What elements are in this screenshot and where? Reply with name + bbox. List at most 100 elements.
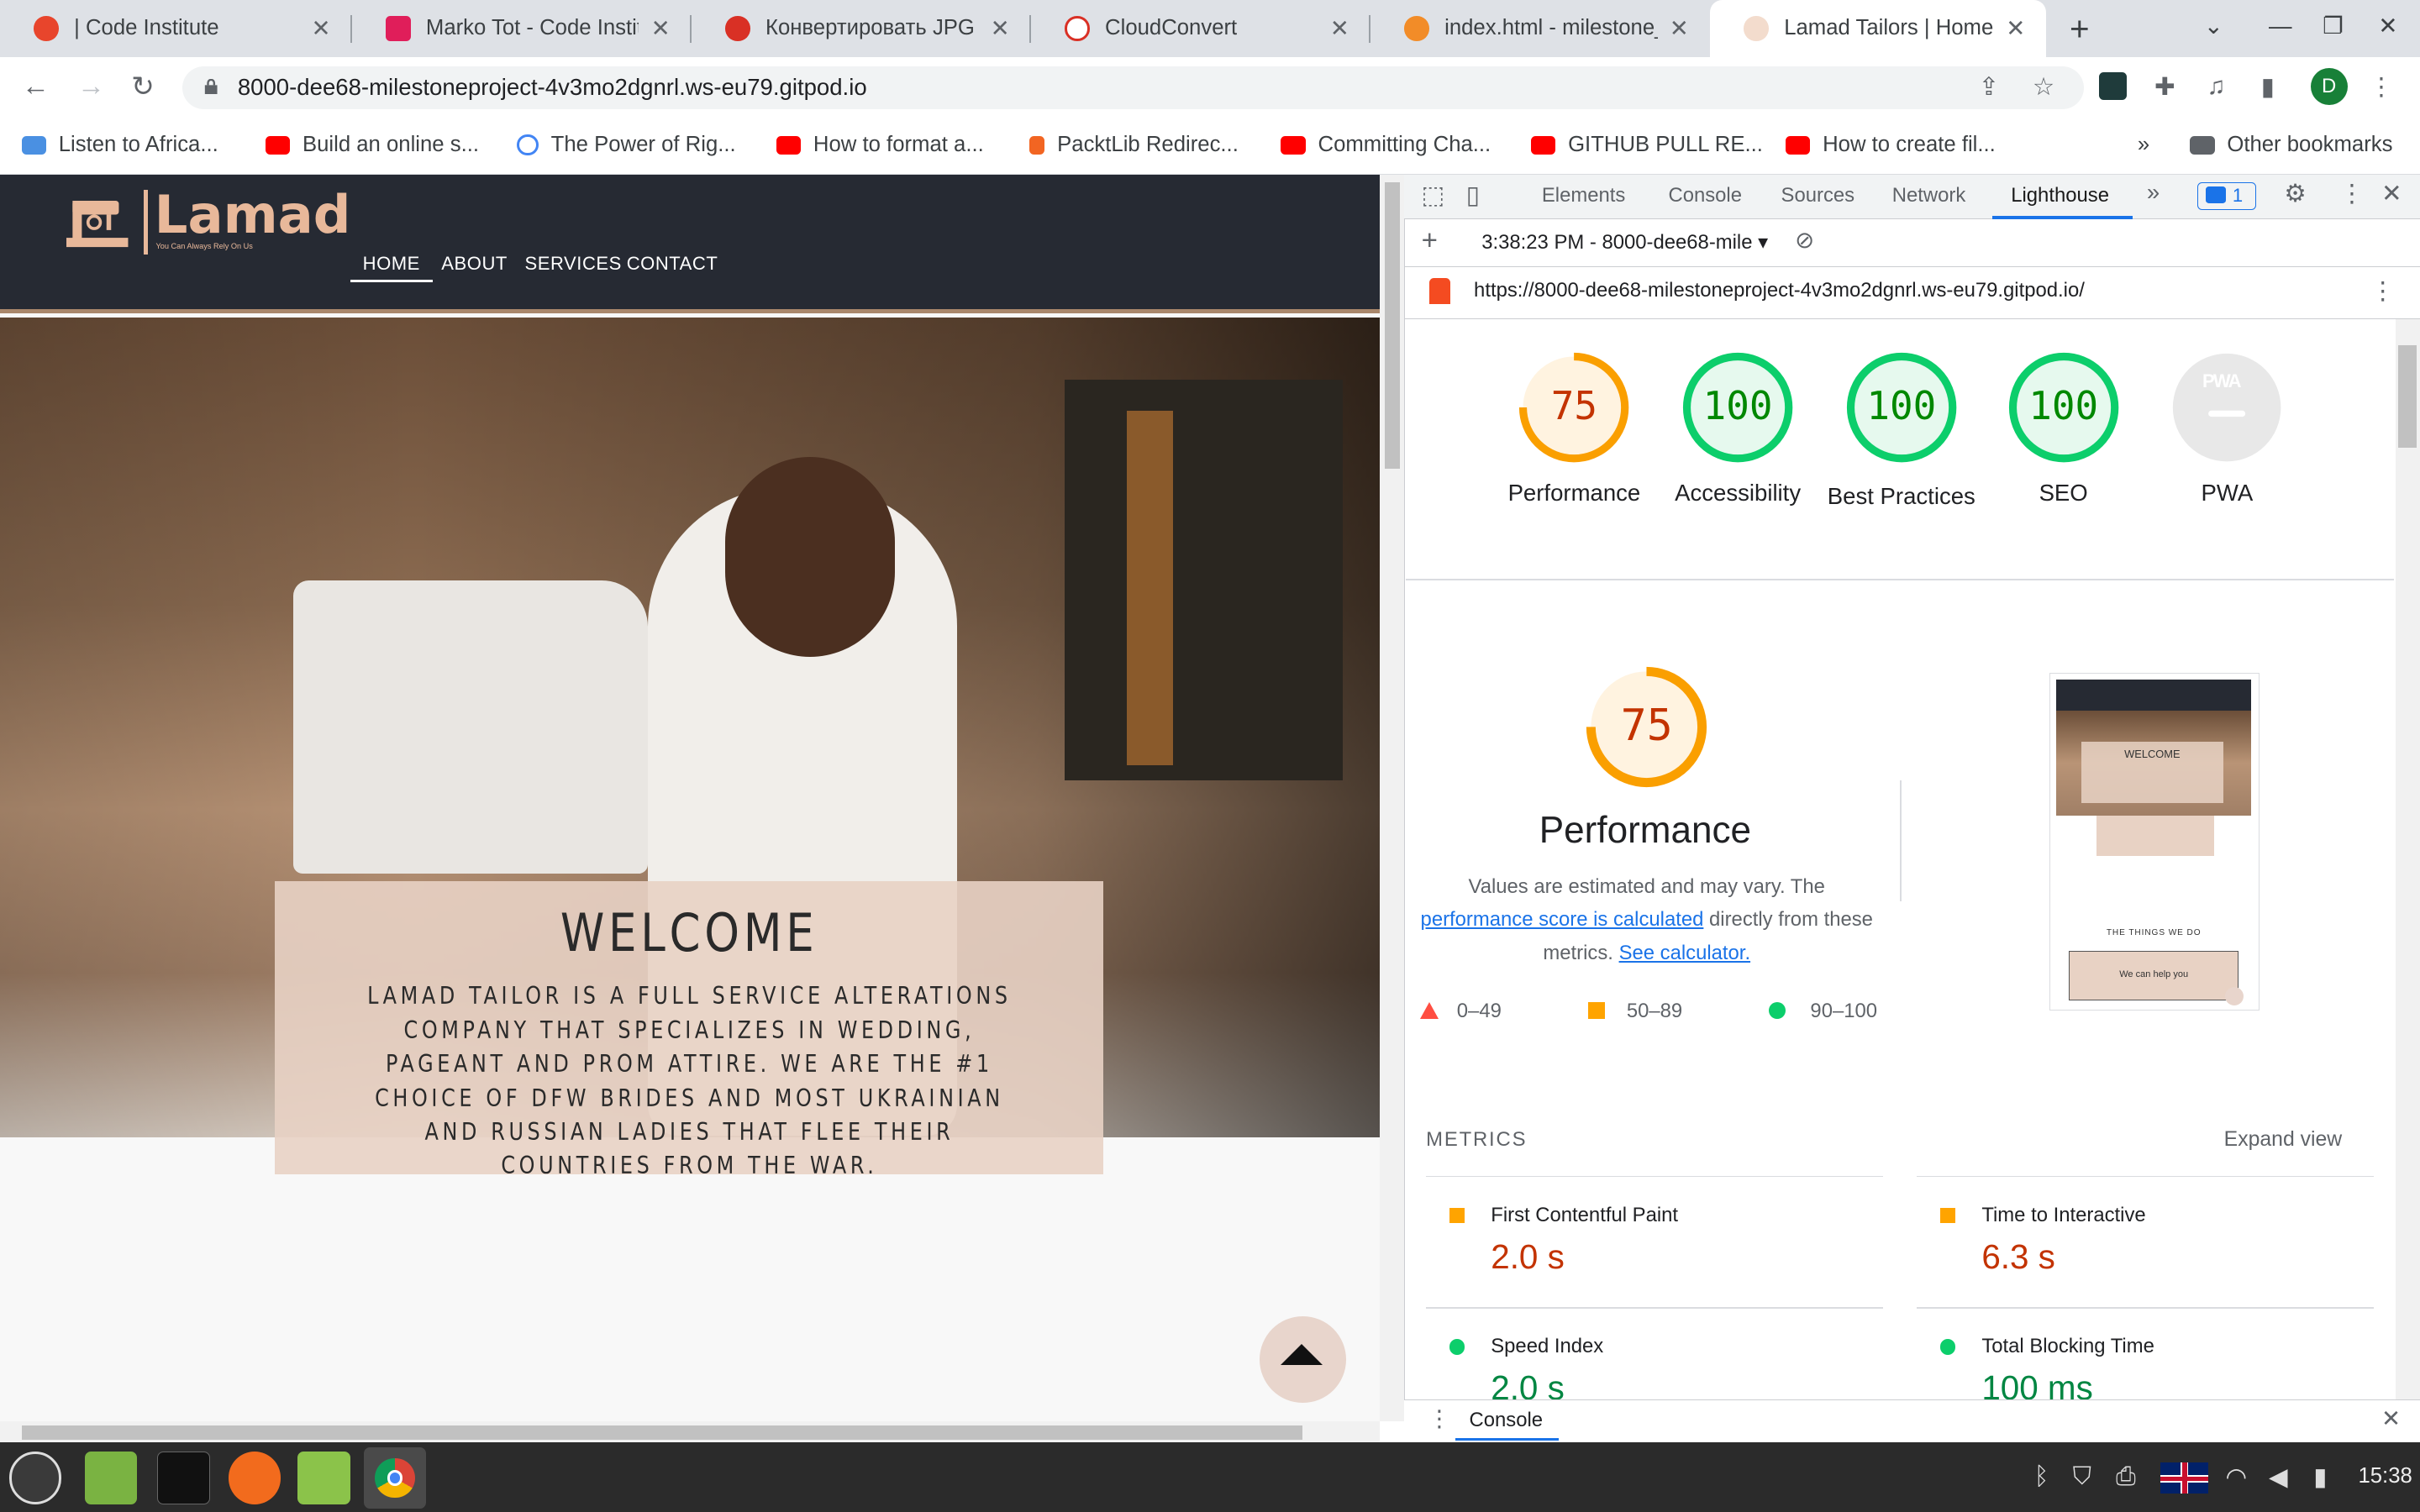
bluetooth-icon[interactable]: ᛒ [2034,1462,2049,1491]
see-calculator-link[interactable]: See calculator. [1619,942,1751,964]
devtools-scrollbar[interactable] [2395,319,2420,1399]
clear-reports-icon[interactable]: ⊘ [1795,227,1814,254]
nav-services[interactable]: SERVICES [524,253,621,275]
site-logo[interactable]: Lamad [155,184,351,245]
report-url[interactable]: https://8000-dee68-milestoneproject-4v3m… [1474,279,2085,302]
gauge-value-seo: 100 [2028,382,2099,428]
sewing-machine-logo-icon[interactable] [66,192,134,253]
bookmark-item[interactable]: Listen to Africa... [21,129,218,160]
gauge-label-performance[interactable]: Performance [1489,480,1659,507]
nav-contact[interactable]: CONTACT [627,253,718,275]
browser-tab[interactable]: | Code Institute ✕ [0,0,352,57]
final-screenshot-thumbnail[interactable]: WELCOME THE THINGS WE DO We can help you [2049,672,2260,1011]
other-bookmarks[interactable]: Other bookmarks [2190,129,2392,160]
devtools-tab-lighthouse[interactable]: Lighthouse [2011,184,2109,207]
back-icon[interactable]: ← [22,71,50,102]
page-scroll-thumb[interactable] [1384,181,1400,470]
expand-view-button[interactable]: Expand view [2224,1128,2343,1152]
close-tab-icon[interactable]: ✕ [1667,15,1691,42]
metric-tti-value: 6.3 s [1981,1237,2055,1277]
extension-m-icon[interactable] [2098,72,2127,101]
volume-icon[interactable]: ◀ [2269,1462,2288,1492]
close-tab-icon[interactable]: ✕ [308,15,333,42]
nav-about[interactable]: ABOUT [441,253,508,275]
bookmark-item[interactable]: PacktLib Redirec... [1029,129,1239,160]
settings-gear-icon[interactable]: ⚙ [2284,179,2306,208]
bookmark-star-icon[interactable]: ☆ [2033,72,2054,102]
minimize-icon[interactable]: — [2269,13,2292,39]
devtools-tab-elements[interactable]: Elements [1542,184,1625,207]
files-icon[interactable] [297,1452,350,1504]
gauge-label-seo[interactable]: SEO [1979,480,2149,507]
devtools-menu-icon[interactable]: ⋮ [2339,179,2364,208]
new-report-icon[interactable]: + [1422,225,1438,257]
clock[interactable]: 15:38 [2358,1464,2412,1488]
more-tabs-button[interactable]: » [2147,179,2160,206]
devtools-tab-console[interactable]: Console [1668,184,1742,207]
drawer-tab-console[interactable]: Console [1470,1409,1544,1432]
clothes-rack-image [1065,379,1343,781]
thumb-help: We can help you [2119,969,2189,980]
terminal-icon[interactable] [157,1452,210,1504]
extensions-puzzle-icon[interactable]: ✚ [2154,72,2175,102]
bookmarks-overflow-button[interactable]: » [2138,129,2149,160]
uk-flag-keyboard-icon[interactable] [2160,1462,2209,1494]
close-window-icon[interactable]: ✕ [2378,13,2397,39]
inspect-element-icon[interactable]: ⬚ [1422,181,1445,210]
reload-icon[interactable]: ↻ [131,70,155,103]
battery-icon[interactable]: ▮ [2313,1462,2327,1492]
tab-search-chevron-icon[interactable]: ⌄ [2204,13,2223,39]
shield-icon[interactable]: ⛉ [2073,1462,2091,1491]
side-panel-icon[interactable]: ▮ [2261,72,2275,102]
forward-icon[interactable]: → [77,71,105,102]
report-select[interactable]: 3:38:23 PM - 8000-dee68-mile ▾ [1481,230,1768,255]
browser-tab[interactable]: CloudConvert ✕ [1031,0,1370,57]
restore-icon[interactable]: ❐ [2323,13,2344,39]
metric-si-name: Speed Index [1491,1334,1604,1357]
devtools-scroll-thumb[interactable] [2398,345,2417,448]
page-hscroll-thumb[interactable] [21,1425,1303,1440]
firefox-icon[interactable] [228,1452,281,1504]
chrome-menu-icon[interactable]: ⋮ [2369,72,2393,102]
close-tab-icon[interactable]: ✕ [2003,15,2028,42]
close-drawer-icon[interactable]: ✕ [2381,1405,2401,1432]
lock-icon[interactable] [203,78,218,95]
browser-tab[interactable]: Marko Tot - Code Institu ✕ [352,0,692,57]
gauge-label-pwa[interactable]: PWA [2142,480,2312,507]
devtools-tab-sources[interactable]: Sources [1781,184,1855,207]
bookmark-item[interactable]: Build an online s... [265,129,479,160]
url-text[interactable]: 8000-dee68-milestoneproject-4v3mo2dgnrl.… [238,74,867,101]
bookmark-favicon-icon [21,135,47,155]
gauge-pwa[interactable] [2171,352,2282,463]
mint-menu-icon[interactable] [9,1452,62,1504]
bookmark-item[interactable]: How to create fil... [1786,129,1996,160]
report-menu-icon[interactable]: ⋮ [2370,276,2395,306]
media-control-icon[interactable]: ♫ [2207,72,2225,101]
metric-divider [1426,1175,1883,1178]
bookmark-item[interactable]: How to format a... [776,129,984,160]
devtools-tab-network[interactable]: Network [1892,184,1966,207]
metric-fcp-value: 2.0 s [1491,1237,1565,1277]
gauge-label-best-practices[interactable]: Best Practices [1817,480,1986,513]
printer-icon[interactable]: ⎙ [2116,1462,2136,1491]
gauge-label-accessibility[interactable]: Accessibility [1653,480,1823,507]
show-desktop-icon[interactable] [85,1452,138,1504]
new-tab-icon[interactable]: + [2070,9,2090,49]
bookmark-item[interactable]: The Power of Rig... [517,129,736,160]
bookmark-item[interactable]: Committing Cha... [1281,129,1491,160]
profile-avatar[interactable]: D [2310,67,2348,105]
device-toolbar-icon[interactable]: ▯ [1466,181,1480,210]
close-tab-icon[interactable]: ✕ [987,15,1012,42]
close-tab-icon[interactable]: ✕ [1328,15,1352,42]
wifi-icon[interactable]: ◠ [2226,1462,2248,1492]
browser-tab-active[interactable]: Lamad Tailors | Home ✕ [1710,0,2047,57]
close-tab-icon[interactable]: ✕ [648,15,672,42]
share-icon[interactable]: ⇪ [1979,72,2000,102]
drawer-menu-icon[interactable]: ⋮ [1428,1405,1451,1432]
nav-home[interactable]: HOME [350,253,433,282]
browser-tab[interactable]: Конвертировать JPG в ✕ [692,0,1031,57]
browser-tab[interactable]: index.html - milestone_ ✕ [1370,0,1710,57]
score-calculated-link[interactable]: performance score is calculated [1421,908,1704,931]
close-devtools-icon[interactable]: ✕ [2381,179,2402,208]
bookmark-item[interactable]: GITHUB PULL RE... [1531,129,1763,160]
